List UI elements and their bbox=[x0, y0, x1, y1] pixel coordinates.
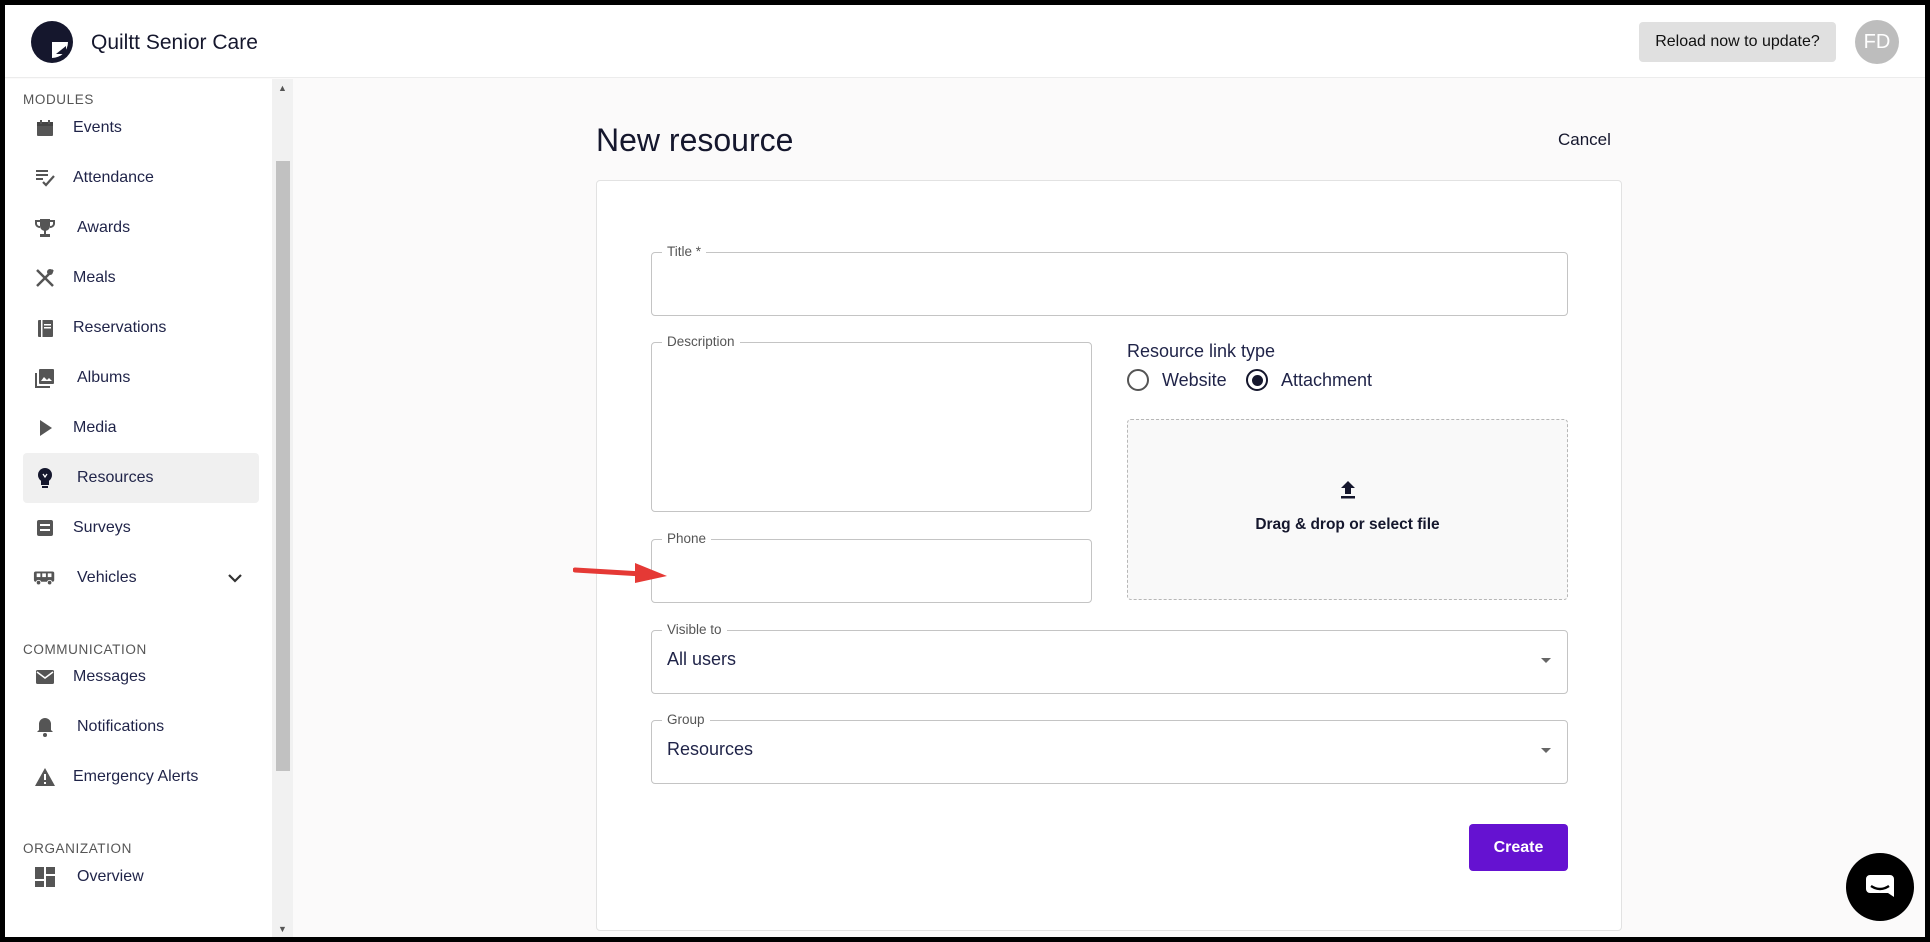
sidebar-item-label: Vehicles bbox=[77, 569, 137, 586]
sidebar: MODULES Events Attendance Awards Meals R… bbox=[5, 79, 293, 937]
dashboard-icon bbox=[33, 865, 57, 889]
reload-update-button[interactable]: Reload now to update? bbox=[1639, 22, 1836, 62]
sidebar-scrollbar[interactable]: ▲ ▼ bbox=[272, 79, 293, 937]
radio-website[interactable]: Website bbox=[1127, 369, 1227, 391]
group-label: Group bbox=[662, 712, 710, 727]
dropdown-arrow-icon bbox=[1541, 658, 1551, 663]
sidebar-item-overview[interactable]: Overview bbox=[23, 852, 259, 902]
calendar-icon bbox=[33, 116, 57, 140]
bell-icon bbox=[33, 715, 57, 739]
resource-form-card: Title * Description Phone Resource link … bbox=[596, 180, 1622, 931]
book-icon bbox=[33, 316, 57, 340]
dropzone-text: Drag & drop or select file bbox=[1255, 516, 1440, 533]
upload-icon bbox=[1341, 481, 1355, 499]
sidebar-item-label: Resources bbox=[77, 469, 154, 486]
sidebar-item-emergency-alerts[interactable]: Emergency Alerts bbox=[23, 752, 259, 802]
scroll-down-arrow-icon[interactable]: ▼ bbox=[272, 920, 293, 937]
scroll-up-arrow-icon[interactable]: ▲ bbox=[272, 79, 293, 96]
chevron-down-icon[interactable] bbox=[225, 568, 245, 588]
photo-album-icon bbox=[33, 366, 57, 390]
sidebar-item-label: Messages bbox=[73, 668, 146, 685]
visible-to-label: Visible to bbox=[662, 622, 727, 637]
sidebar-item-label: Reservations bbox=[73, 319, 167, 336]
trophy-icon bbox=[33, 216, 57, 240]
sidebar-nav: MODULES Events Attendance Awards Meals R… bbox=[5, 79, 272, 937]
sidebar-item-surveys[interactable]: Surveys bbox=[23, 503, 259, 553]
sidebar-item-label: Attendance bbox=[73, 169, 154, 186]
page-title: New resource bbox=[596, 122, 794, 158]
sidebar-item-events[interactable]: Events bbox=[23, 103, 259, 153]
mail-icon bbox=[33, 665, 57, 689]
description-field[interactable]: Description bbox=[651, 334, 1092, 512]
sidebar-item-reservations[interactable]: Reservations bbox=[23, 303, 259, 353]
radio-checked-icon[interactable] bbox=[1246, 369, 1268, 391]
app-title: Quiltt Senior Care bbox=[91, 31, 258, 54]
chat-launcher-button[interactable] bbox=[1846, 853, 1914, 921]
group-select[interactable]: Group Resources bbox=[651, 712, 1568, 784]
warning-icon bbox=[33, 765, 57, 789]
chat-bubble-icon bbox=[1866, 875, 1894, 897]
sidebar-item-media[interactable]: Media bbox=[23, 403, 259, 453]
title-field[interactable]: Title * bbox=[651, 244, 1568, 316]
play-icon bbox=[33, 416, 57, 440]
radio-website-label: Website bbox=[1162, 369, 1227, 390]
quiltt-logo-icon bbox=[31, 21, 73, 63]
sidebar-item-resources[interactable]: Resources bbox=[23, 453, 259, 503]
sidebar-item-label: Meals bbox=[73, 269, 116, 286]
radio-unchecked-icon[interactable] bbox=[1127, 369, 1149, 391]
visible-to-value: All users bbox=[667, 649, 737, 669]
resource-link-type-label: Resource link type bbox=[1127, 341, 1276, 361]
app-window: Quiltt Senior Care Reload now to update?… bbox=[5, 5, 1925, 937]
sidebar-item-notifications[interactable]: Notifications bbox=[23, 702, 259, 752]
scrollbar-thumb[interactable] bbox=[276, 161, 290, 771]
sidebar-item-label: Awards bbox=[77, 219, 131, 236]
checklist-icon bbox=[33, 166, 57, 190]
sidebar-item-meals[interactable]: Meals bbox=[23, 253, 259, 303]
survey-icon bbox=[33, 516, 57, 540]
utensils-icon bbox=[33, 266, 57, 290]
sidebar-item-vehicles[interactable]: Vehicles bbox=[23, 553, 259, 603]
create-button[interactable]: Create bbox=[1469, 824, 1568, 871]
title-field-label: Title * bbox=[662, 244, 707, 259]
sidebar-item-label: Media bbox=[73, 419, 117, 436]
sidebar-item-label: Overview bbox=[77, 868, 144, 885]
sidebar-item-label: Surveys bbox=[73, 519, 131, 536]
phone-field-label: Phone bbox=[662, 531, 712, 546]
sidebar-item-label: Albums bbox=[77, 369, 131, 386]
radio-attachment-label: Attachment bbox=[1281, 369, 1373, 390]
phone-field[interactable]: Phone bbox=[651, 531, 1092, 603]
sidebar-item-awards[interactable]: Awards bbox=[23, 203, 259, 253]
sidebar-item-albums[interactable]: Albums bbox=[23, 353, 259, 403]
lightbulb-icon bbox=[33, 466, 57, 490]
file-dropzone[interactable]: Drag & drop or select file bbox=[1127, 419, 1568, 600]
annotation-arrow-icon bbox=[573, 563, 667, 583]
sidebar-item-label: Events bbox=[73, 119, 122, 136]
top-bar: Quiltt Senior Care Reload now to update?… bbox=[5, 5, 1925, 78]
sidebar-item-attendance[interactable]: Attendance bbox=[23, 153, 259, 203]
sidebar-item-label: Emergency Alerts bbox=[73, 768, 199, 785]
group-value: Resources bbox=[667, 739, 754, 759]
sidebar-item-label: Notifications bbox=[77, 718, 165, 735]
dropdown-arrow-icon bbox=[1541, 748, 1551, 753]
description-field-label: Description bbox=[662, 334, 740, 349]
sidebar-item-messages[interactable]: Messages bbox=[23, 652, 259, 702]
user-avatar[interactable]: FD bbox=[1855, 20, 1899, 64]
visible-to-select[interactable]: Visible to All users bbox=[651, 622, 1568, 694]
radio-attachment[interactable]: Attachment bbox=[1246, 369, 1372, 391]
bus-icon bbox=[33, 566, 57, 590]
cancel-button[interactable]: Cancel bbox=[1558, 130, 1611, 150]
